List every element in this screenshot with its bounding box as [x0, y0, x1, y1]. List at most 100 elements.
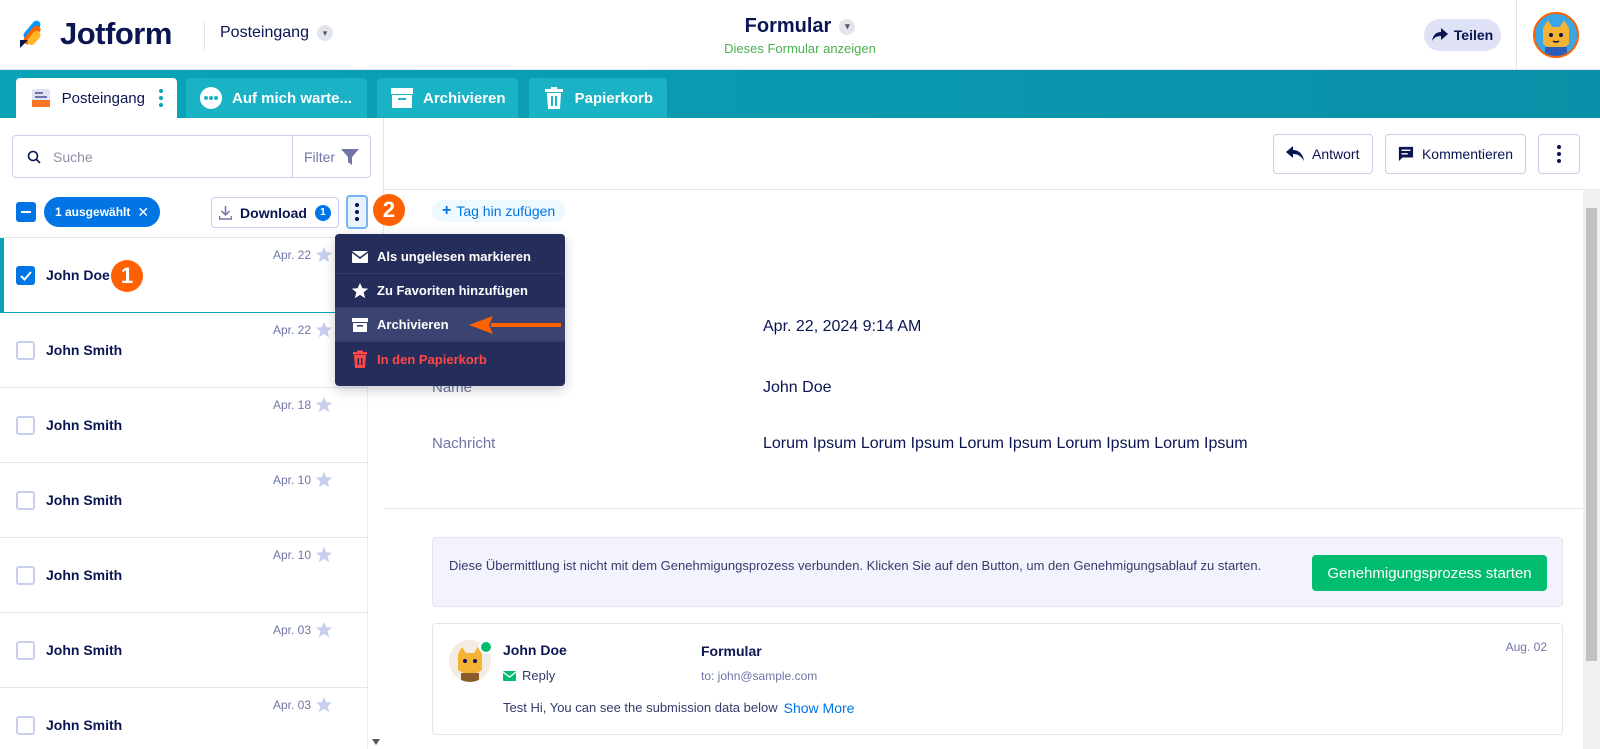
- star-icon[interactable]: [315, 471, 333, 489]
- add-tag-button[interactable]: + Tag hin zufügen: [432, 200, 566, 222]
- sender-name: John Doe: [503, 642, 567, 658]
- list-item[interactable]: John Smith Apr. 10: [0, 463, 367, 538]
- tab-menu-icon[interactable]: [159, 89, 163, 107]
- list-item[interactable]: John Smith Apr. 03: [0, 613, 367, 688]
- approval-notice: Diese Übermittlung ist nicht mit dem Gen…: [432, 537, 1563, 607]
- more-options-button[interactable]: [1538, 134, 1580, 174]
- tab-label: Papierkorb: [574, 89, 653, 107]
- approval-notice-text: Diese Übermittlung ist nicht mit dem Gen…: [449, 558, 1262, 573]
- tab-label: Auf mich warte...: [232, 89, 353, 107]
- tab-label: Posteingang: [61, 89, 145, 107]
- scrollbar-thumb[interactable]: [1586, 208, 1597, 661]
- more-actions-menu: Als ungelesen markieren Zu Favoriten hin…: [335, 234, 565, 386]
- reply-button[interactable]: Antwort: [1273, 134, 1373, 174]
- filter-button[interactable]: Filter: [292, 136, 370, 177]
- more-actions-button[interactable]: [346, 195, 368, 229]
- comment-button[interactable]: Kommentieren: [1385, 134, 1526, 174]
- star-icon[interactable]: [315, 696, 333, 714]
- search-box[interactable]: Suche Filter: [12, 135, 371, 178]
- email-form-name: Formular: [701, 643, 762, 659]
- add-tag-label: Tag hin zufügen: [456, 203, 556, 219]
- submission-date: Apr. 10: [272, 473, 311, 487]
- message-field-value: Lorum Ipsum Lorum Ipsum Lorum Ipsum Loru…: [763, 435, 1248, 452]
- email-body-text: Test Hi, You can see the submission data…: [503, 700, 778, 715]
- plus-icon: +: [442, 202, 452, 219]
- share-label: Teilen: [1453, 27, 1494, 43]
- submission-date: Apr. 03: [272, 698, 311, 712]
- list-item[interactable]: John Smith Apr. 22: [0, 313, 367, 388]
- menu-item-add-favorite[interactable]: Zu Favoriten hinzufügen: [335, 274, 565, 308]
- submission-date: Apr. 03: [272, 623, 311, 637]
- submission-date: Apr. 10: [272, 548, 311, 562]
- submitter-name: John Smith: [46, 492, 123, 508]
- detail-scrollbar[interactable]: [1583, 190, 1600, 749]
- download-button[interactable]: Download 1: [211, 197, 339, 228]
- tab-trash[interactable]: Papierkorb: [529, 78, 667, 118]
- star-icon[interactable]: [315, 321, 333, 339]
- row-checkbox[interactable]: [16, 416, 35, 435]
- clear-selection-icon[interactable]: ✕: [137, 204, 149, 221]
- menu-item-archive[interactable]: Archivieren: [335, 308, 565, 342]
- tab-inbox[interactable]: Posteingang: [16, 78, 177, 118]
- reply-link-label: Reply: [522, 668, 556, 683]
- scroll-down-arrow-icon[interactable]: [372, 739, 380, 745]
- list-item[interactable]: John Smith Apr. 03: [0, 688, 367, 749]
- share-arrow-icon: [1431, 28, 1448, 41]
- form-title-block: Formular ▾ Dieses Formular anzeigen: [0, 15, 1600, 56]
- star-icon[interactable]: [315, 246, 333, 264]
- chevron-down-icon: ▾: [839, 18, 856, 35]
- submission-date-value: Apr. 22, 2024 9:14 AM: [763, 318, 922, 335]
- form-title-dropdown[interactable]: Formular ▾: [745, 15, 856, 38]
- step-annotation-1: 1: [111, 260, 143, 292]
- select-all-checkbox[interactable]: [16, 202, 36, 222]
- tab-waiting[interactable]: Auf mich warte...: [186, 78, 367, 118]
- waiting-icon: [200, 87, 222, 109]
- submitter-name: John Smith: [46, 342, 123, 358]
- form-title: Formular: [744, 15, 832, 37]
- menu-item-move-to-trash[interactable]: In den Papierkorb: [335, 342, 565, 376]
- row-checkbox[interactable]: [16, 641, 35, 660]
- detail-toolbar: Antwort Kommentieren: [384, 118, 1600, 190]
- row-checkbox[interactable]: [16, 566, 35, 585]
- star-icon[interactable]: [315, 546, 333, 564]
- submission-date: Apr. 18: [272, 398, 311, 412]
- list-item[interactable]: John Doe Apr. 22 1: [0, 238, 367, 313]
- comment-icon: [1398, 146, 1414, 162]
- user-avatar[interactable]: [1533, 12, 1579, 58]
- row-checkbox[interactable]: [16, 491, 35, 510]
- star-icon: [351, 282, 369, 298]
- menu-item-label: Archivieren: [377, 317, 449, 332]
- filter-funnel-icon: [341, 148, 360, 165]
- submitter-name: John Smith: [46, 642, 123, 658]
- email-card: John Doe Reply Formular to: john@sample.…: [432, 623, 1563, 735]
- submitter-name: John Smith: [46, 567, 123, 583]
- show-more-link[interactable]: Show More: [784, 700, 855, 716]
- menu-item-label: Zu Favoriten hinzufügen: [377, 283, 528, 298]
- download-count-badge: 1: [314, 204, 331, 221]
- email-reply-link[interactable]: Reply: [503, 668, 555, 683]
- list-item[interactable]: John Smith Apr. 18: [0, 388, 367, 463]
- row-checkbox[interactable]: [16, 341, 35, 360]
- selection-bar: 1 ausgewählt ✕ Download 1 2: [0, 192, 405, 238]
- reply-label: Antwort: [1312, 146, 1360, 162]
- menu-item-mark-unread[interactable]: Als ungelesen markieren: [335, 240, 565, 274]
- list-item[interactable]: John Smith Apr. 10: [0, 538, 367, 613]
- submission-list-panel: Suche Filter 1 ausgewählt ✕ Download 1 2…: [0, 118, 405, 749]
- star-icon[interactable]: [315, 621, 333, 639]
- row-checkbox-checked[interactable]: [16, 266, 35, 285]
- submission-date: Apr. 22: [272, 248, 311, 262]
- star-icon[interactable]: [315, 396, 333, 414]
- selected-count-pill[interactable]: 1 ausgewählt ✕: [44, 197, 161, 227]
- selected-count-label: 1 ausgewählt: [55, 205, 131, 219]
- email-recipient: to: john@sample.com: [701, 669, 818, 683]
- envelope-icon: [503, 670, 516, 681]
- search-input[interactable]: Suche: [53, 149, 292, 165]
- tab-label: Archivieren: [423, 89, 506, 107]
- step-annotation-2: 2: [373, 194, 405, 226]
- share-button[interactable]: Teilen: [1424, 19, 1501, 51]
- row-checkbox[interactable]: [16, 716, 35, 735]
- view-form-link[interactable]: Dieses Formular anzeigen: [0, 41, 1600, 56]
- start-approval-button[interactable]: Genehmigungsprozess starten: [1312, 555, 1547, 591]
- pointer-arrow-icon: [468, 315, 561, 334]
- tab-archive[interactable]: Archivieren: [377, 78, 518, 118]
